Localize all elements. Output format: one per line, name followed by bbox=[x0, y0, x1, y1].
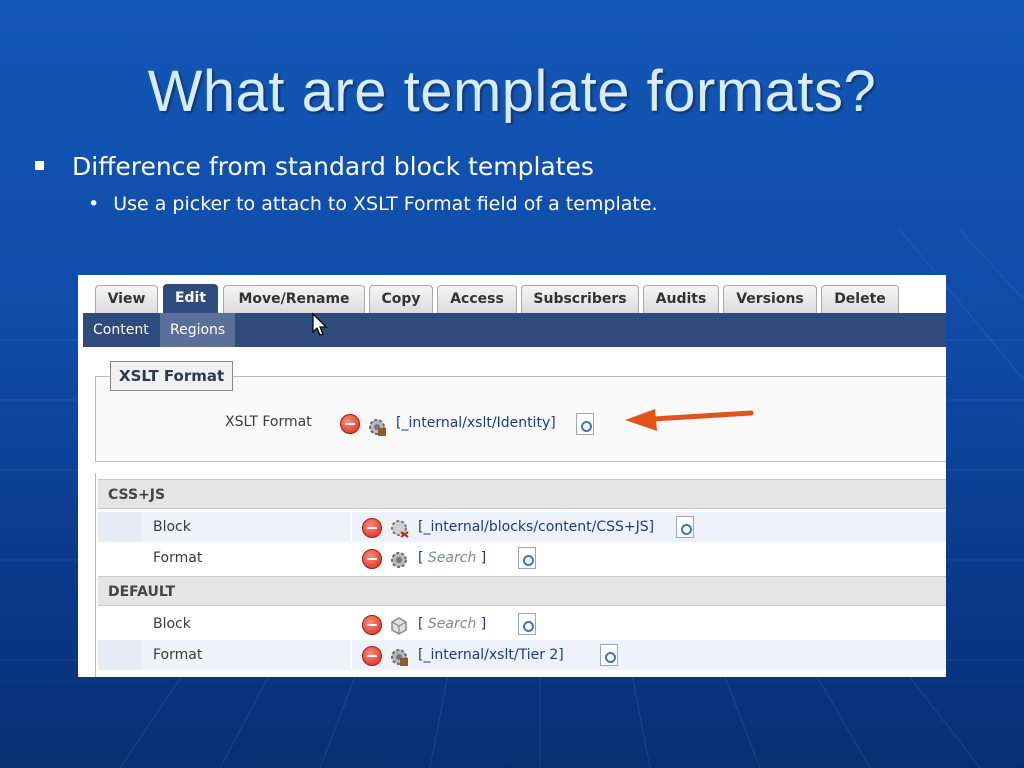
cms-screenshot: View Edit Move/Rename Copy Access Subscr… bbox=[78, 275, 946, 677]
row-label: Block bbox=[153, 519, 191, 535]
picker-icon[interactable] bbox=[600, 644, 618, 666]
remove-icon[interactable] bbox=[362, 646, 382, 666]
tab-versions[interactable]: Versions bbox=[723, 285, 817, 313]
tab-copy[interactable]: Copy bbox=[369, 285, 433, 313]
picker-icon[interactable] bbox=[576, 413, 594, 435]
xslt-format-label: XSLT Format bbox=[225, 414, 312, 430]
row-label: Format bbox=[153, 550, 203, 566]
gear-icon bbox=[391, 552, 407, 568]
row-label: Block bbox=[153, 616, 191, 632]
gear-icon bbox=[391, 649, 408, 666]
row-indent bbox=[98, 512, 142, 542]
bullet-level-2: • Use a picker to attach to XSLT Format f… bbox=[88, 193, 658, 215]
remove-icon[interactable] bbox=[362, 518, 382, 538]
format-value-link[interactable]: [_internal/xslt/Tier 2] bbox=[418, 647, 564, 663]
table-row: Block [ Search ] bbox=[98, 609, 946, 639]
dot-bullet-icon: • bbox=[88, 193, 100, 215]
remove-icon[interactable] bbox=[362, 615, 382, 635]
bracket-close: ] bbox=[480, 550, 487, 566]
tab-audits[interactable]: Audits bbox=[643, 285, 719, 313]
tab-access[interactable]: Access bbox=[437, 285, 517, 313]
slide-title: What are template formats? bbox=[147, 59, 877, 124]
search-link[interactable]: [ Search ] bbox=[418, 616, 486, 632]
search-text: Search bbox=[427, 616, 477, 632]
table-row: Format [ Search ] bbox=[98, 543, 946, 573]
bullet-level-1: Difference from standard block templates bbox=[35, 152, 594, 181]
divider bbox=[350, 512, 352, 542]
block-icon bbox=[391, 520, 409, 538]
xslt-format-value-link[interactable]: [_internal/xslt/Identity] bbox=[396, 415, 556, 431]
subtab-regions[interactable]: Regions bbox=[160, 313, 236, 347]
xslt-legend: XSLT Format bbox=[110, 361, 234, 391]
picker-icon[interactable] bbox=[518, 613, 536, 635]
remove-icon[interactable] bbox=[340, 414, 360, 434]
tab-edit[interactable]: Edit bbox=[163, 284, 218, 314]
tab-move-rename[interactable]: Move/Rename bbox=[223, 285, 365, 313]
table-row: Block [_internal/blocks/content/CSS+JS] bbox=[98, 512, 946, 542]
search-text: Search bbox=[427, 550, 477, 566]
gear-icon bbox=[369, 419, 386, 436]
section-header-default: DEFAULT bbox=[98, 576, 946, 606]
section-header-css-js: CSS+JS bbox=[98, 479, 946, 509]
arrow-icon bbox=[625, 409, 754, 431]
bracket-open: [ bbox=[418, 616, 424, 632]
block-icon bbox=[391, 617, 407, 635]
bullet-text: Difference from standard block templates bbox=[72, 152, 594, 181]
subtab-content[interactable]: Content bbox=[83, 313, 159, 347]
tab-subscribers[interactable]: Subscribers bbox=[521, 285, 639, 313]
bracket-open: [ bbox=[418, 550, 424, 566]
row-label: Format bbox=[153, 647, 203, 663]
remove-icon[interactable] bbox=[362, 549, 382, 569]
cursor-icon bbox=[312, 312, 328, 336]
divider bbox=[350, 640, 352, 670]
bracket-close: ] bbox=[480, 616, 487, 632]
table-row: Format [_internal/xslt/Tier 2] bbox=[98, 640, 946, 670]
bullet-text: Use a picker to attach to XSLT Format fi… bbox=[113, 193, 658, 215]
picker-icon[interactable] bbox=[518, 547, 536, 569]
search-link[interactable]: [ Search ] bbox=[418, 550, 486, 566]
sub-navigation: Content Regions bbox=[83, 313, 946, 347]
block-value-link[interactable]: [_internal/blocks/content/CSS+JS] bbox=[418, 519, 654, 535]
picker-icon[interactable] bbox=[676, 516, 694, 538]
tab-delete[interactable]: Delete bbox=[821, 285, 899, 313]
tab-view[interactable]: View bbox=[95, 285, 158, 313]
tab-bar: View Edit Move/Rename Copy Access Subscr… bbox=[78, 275, 946, 315]
square-bullet-icon bbox=[35, 160, 44, 170]
row-indent bbox=[98, 640, 142, 670]
